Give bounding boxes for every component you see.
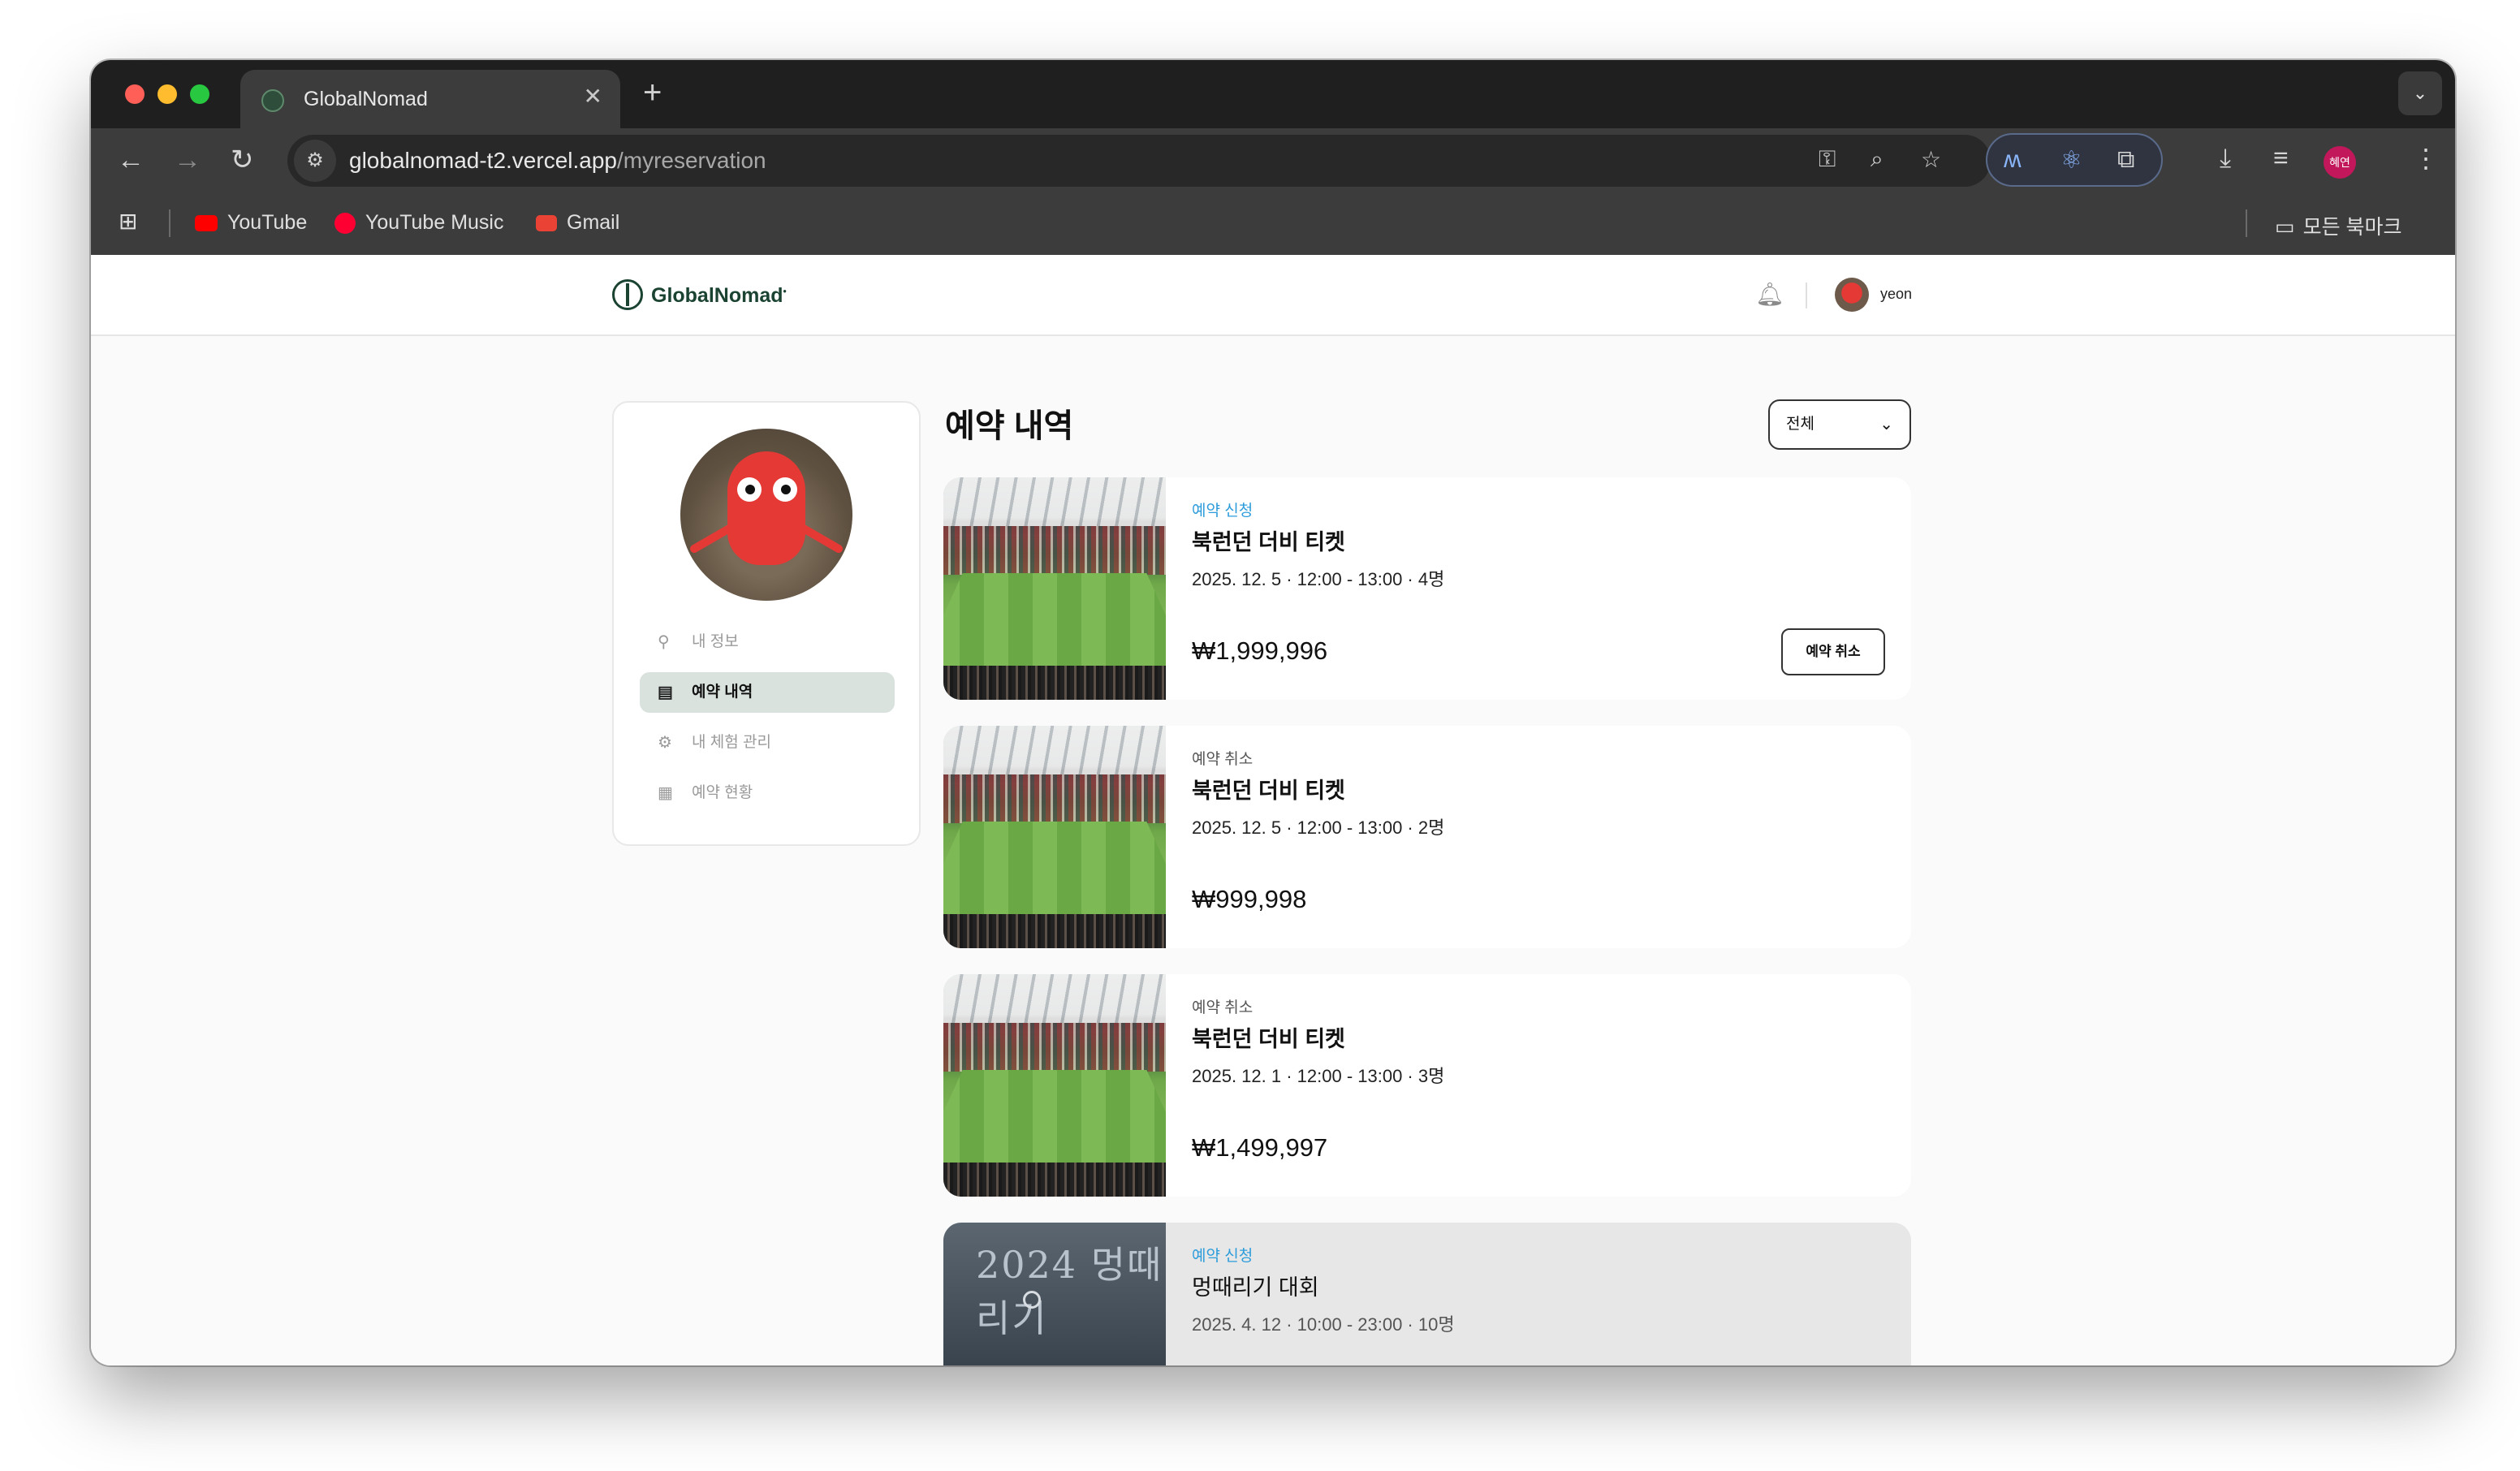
reservation-meta: 2025. 12. 1 · 12:00 - 13:00 · 3명 (1192, 1066, 1445, 1086)
close-tab-icon[interactable]: ✕ (584, 83, 602, 110)
reservation-card[interactable]: 예약 취소 북런던 더비 티켓 2025. 12. 1 · 12:00 - 13… (943, 974, 1911, 1197)
apps-grid-icon[interactable]: ⊞ (119, 208, 137, 235)
reservation-meta: 2025. 12. 5 · 12:00 - 13:00 · 4명 (1192, 569, 1445, 589)
sidebar-item-my-info[interactable]: ⚲ 내 정보 (640, 622, 895, 662)
bookmark-star-icon[interactable]: ☆ (1921, 146, 1941, 173)
web-page: GlobalNomad• 🔔︎ yeon ⚲ 내 정보 ▤ 예약 내역 ⚙ 내 … (91, 255, 2455, 1365)
gear-icon: ⚙ (658, 734, 672, 752)
sidebar-item-label: 예약 현황 (692, 784, 753, 801)
stadium-thumbnail (943, 726, 1166, 948)
sidebar-item-my-experiences[interactable]: ⚙ 내 체험 관리 (640, 723, 895, 763)
site-info-icon[interactable]: ⚙ (294, 140, 336, 182)
reload-icon[interactable]: ↻ (231, 138, 254, 182)
bookmark-separator (169, 209, 170, 237)
globe-logo-icon (612, 279, 643, 310)
reservation-status: 예약 신청 (1192, 503, 1254, 520)
bookmark-separator (2246, 209, 2247, 237)
poster-text: 2024 멍때리기 (976, 1243, 1163, 1340)
tab-strip: GlobalNomad ✕ + ⌄ (91, 60, 2455, 128)
chevron-down-icon: ⌄ (1879, 416, 1893, 434)
stadium-thumbnail (943, 477, 1166, 700)
stadium-thumbnail (943, 974, 1166, 1197)
site-header: GlobalNomad• 🔔︎ yeon (91, 255, 2455, 336)
youtube-icon (195, 215, 218, 231)
react-devtools-icon[interactable]: ⚛ (2060, 146, 2082, 175)
reservation-status: 예약 취소 (1192, 999, 1254, 1016)
youtube-music-icon (334, 213, 356, 234)
reservation-meta: 2025. 4. 12 · 10:00 - 23:00 · 10명 (1192, 1314, 1455, 1335)
back-arrow-icon[interactable]: ← (117, 138, 145, 182)
new-tab-button[interactable]: + (643, 75, 662, 111)
browser-window: GlobalNomad ✕ + ⌄ ← → ↻ ⚙ globalnomad-t2… (91, 60, 2455, 1365)
reservation-card[interactable]: 예약 취소 북런던 더비 티켓 2025. 12. 5 · 12:00 - 13… (943, 726, 1911, 948)
site-logo[interactable]: GlobalNomad• (612, 279, 787, 310)
user-icon: ⚲ (658, 633, 670, 651)
profile-avatar[interactable]: 혜연 (2324, 146, 2356, 179)
url-text[interactable]: globalnomad-t2.vercel.app/myreservation (349, 148, 766, 174)
zoom-icon[interactable]: ⌕ (1871, 146, 1884, 173)
reservation-title: 북런던 더비 티켓 (1192, 1027, 1345, 1051)
folder-icon: ▭ (2275, 214, 2295, 239)
reservation-price: ₩1,999,996 (1192, 636, 1328, 665)
sidebar-item-reservation-status[interactable]: ▦ 예약 현황 (640, 773, 895, 813)
reservation-status: 예약 신청 (1192, 1248, 1254, 1265)
minimize-window-button[interactable] (158, 84, 177, 104)
sidebar-item-label: 내 정보 (692, 633, 739, 650)
more-menu-icon[interactable]: ⋮ (2413, 143, 2439, 174)
tab-search-button[interactable]: ⌄ (2398, 71, 2442, 115)
filter-value: 전체 (1786, 416, 1814, 433)
profile-sidebar: ⚲ 내 정보 ▤ 예약 내역 ⚙ 내 체험 관리 ▦ 예약 현황 (612, 401, 921, 846)
reservation-title: 북런던 더비 티켓 (1192, 530, 1345, 554)
extension-icon[interactable]: ʍ (2004, 146, 2022, 174)
bell-icon[interactable]: 🔔︎ (1755, 281, 1784, 308)
user-avatar[interactable] (1835, 278, 1869, 312)
header-divider (1806, 283, 1807, 308)
media-control-icon[interactable]: ≡ (2273, 143, 2289, 173)
close-window-button[interactable] (125, 84, 145, 104)
bookmark-youtube-music[interactable]: YouTube Music (334, 211, 503, 235)
sidebar-item-label: 내 체험 관리 (692, 734, 771, 751)
browser-tab[interactable]: GlobalNomad ✕ (240, 70, 620, 128)
reservation-title: 북런던 더비 티켓 (1192, 779, 1345, 803)
reservation-card[interactable]: 예약 신청 북런던 더비 티켓 2025. 12. 5 · 12:00 - 13… (943, 477, 1911, 700)
sidebar-item-reservations[interactable]: ▤ 예약 내역 (640, 672, 895, 713)
extensions-group: ʍ ⚛ ⧉ (1986, 133, 2163, 187)
bookmark-gmail[interactable]: Gmail (536, 211, 619, 235)
gmail-icon (536, 215, 557, 231)
document-icon: ▤ (658, 684, 673, 701)
tab-title: GlobalNomad (304, 88, 428, 110)
event-poster-thumbnail: 2024 멍때리기 (943, 1223, 1166, 1365)
maximize-window-button[interactable] (190, 84, 209, 104)
profile-image (680, 429, 852, 601)
address-bar[interactable]: ⚙ globalnomad-t2.vercel.app/myreservatio… (287, 135, 1991, 187)
sidebar-item-label: 예약 내역 (692, 684, 753, 701)
status-filter-select[interactable]: 전체 ⌄ (1768, 399, 1911, 450)
key-icon[interactable]: ⚿ (1819, 146, 1836, 173)
reservation-title: 멍때리기 대회 (1192, 1275, 1319, 1300)
cancel-reservation-button[interactable]: 예약 취소 (1781, 628, 1885, 675)
download-icon[interactable]: ⤓ (2220, 143, 2231, 174)
bookmark-youtube[interactable]: YouTube (195, 211, 307, 235)
user-name[interactable]: yeon (1880, 286, 1912, 303)
bookmarks-bar: ⊞ YouTube YouTube Music Gmail ▭ 모든 북마크 (91, 192, 2455, 255)
reservation-price: ₩1,499,997 (1192, 1133, 1328, 1162)
globe-icon (261, 89, 284, 112)
reservation-card[interactable]: 2024 멍때리기 예약 신청 멍때리기 대회 2025. 4. 12 · 10… (943, 1223, 1911, 1365)
reservation-meta: 2025. 12. 5 · 12:00 - 13:00 · 2명 (1192, 817, 1445, 838)
calendar-icon: ▦ (658, 784, 673, 802)
puzzle-icon[interactable]: ⧉ (2117, 146, 2134, 174)
forward-arrow-icon[interactable]: → (174, 138, 201, 182)
page-title: 예약 내역 (945, 408, 1074, 444)
all-bookmarks[interactable]: ▭ 모든 북마크 (2275, 211, 2402, 240)
reservation-status: 예약 취소 (1192, 751, 1254, 768)
browser-toolbar: ← → ↻ ⚙ globalnomad-t2.vercel.app/myrese… (91, 128, 2455, 192)
reservation-price: ₩999,998 (1192, 885, 1307, 913)
